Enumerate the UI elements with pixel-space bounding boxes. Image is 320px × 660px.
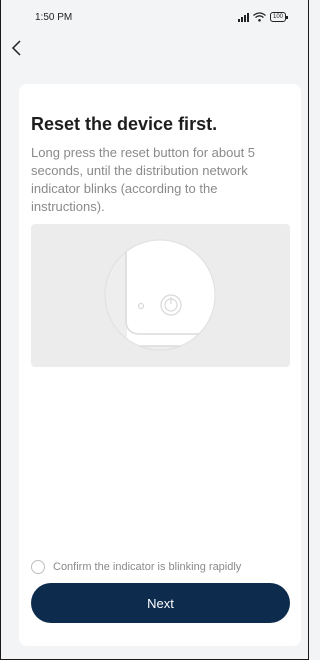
battery-icon: 100 — [269, 12, 289, 22]
instruction-text: Long press the reset button for about 5 … — [31, 145, 256, 214]
chevron-left-icon — [11, 40, 21, 56]
signal-icon — [237, 12, 249, 22]
battery-level: 100 — [272, 14, 283, 20]
status-bar: 1:50 PM 100 — [1, 0, 308, 34]
instruction-card: Reset the device first. Long press the r… — [19, 84, 301, 646]
page-title: Reset the device first. — [31, 114, 218, 134]
device-illustration — [31, 224, 290, 367]
status-icons: 100 — [237, 12, 289, 22]
back-button[interactable] — [11, 40, 31, 60]
screen: 1:50 PM 100 Reset the device first. Long… — [0, 0, 309, 660]
confirm-radio[interactable] — [31, 560, 45, 574]
status-time: 1:50 PM — [35, 11, 73, 23]
device-power-button-illustration — [104, 239, 216, 351]
confirm-blinking-option[interactable]: Confirm the indicator is blinking rapidl… — [31, 560, 289, 574]
next-button[interactable]: Next — [31, 583, 290, 623]
wifi-icon — [253, 12, 266, 22]
confirm-label: Confirm the indicator is blinking rapidl… — [53, 561, 242, 573]
